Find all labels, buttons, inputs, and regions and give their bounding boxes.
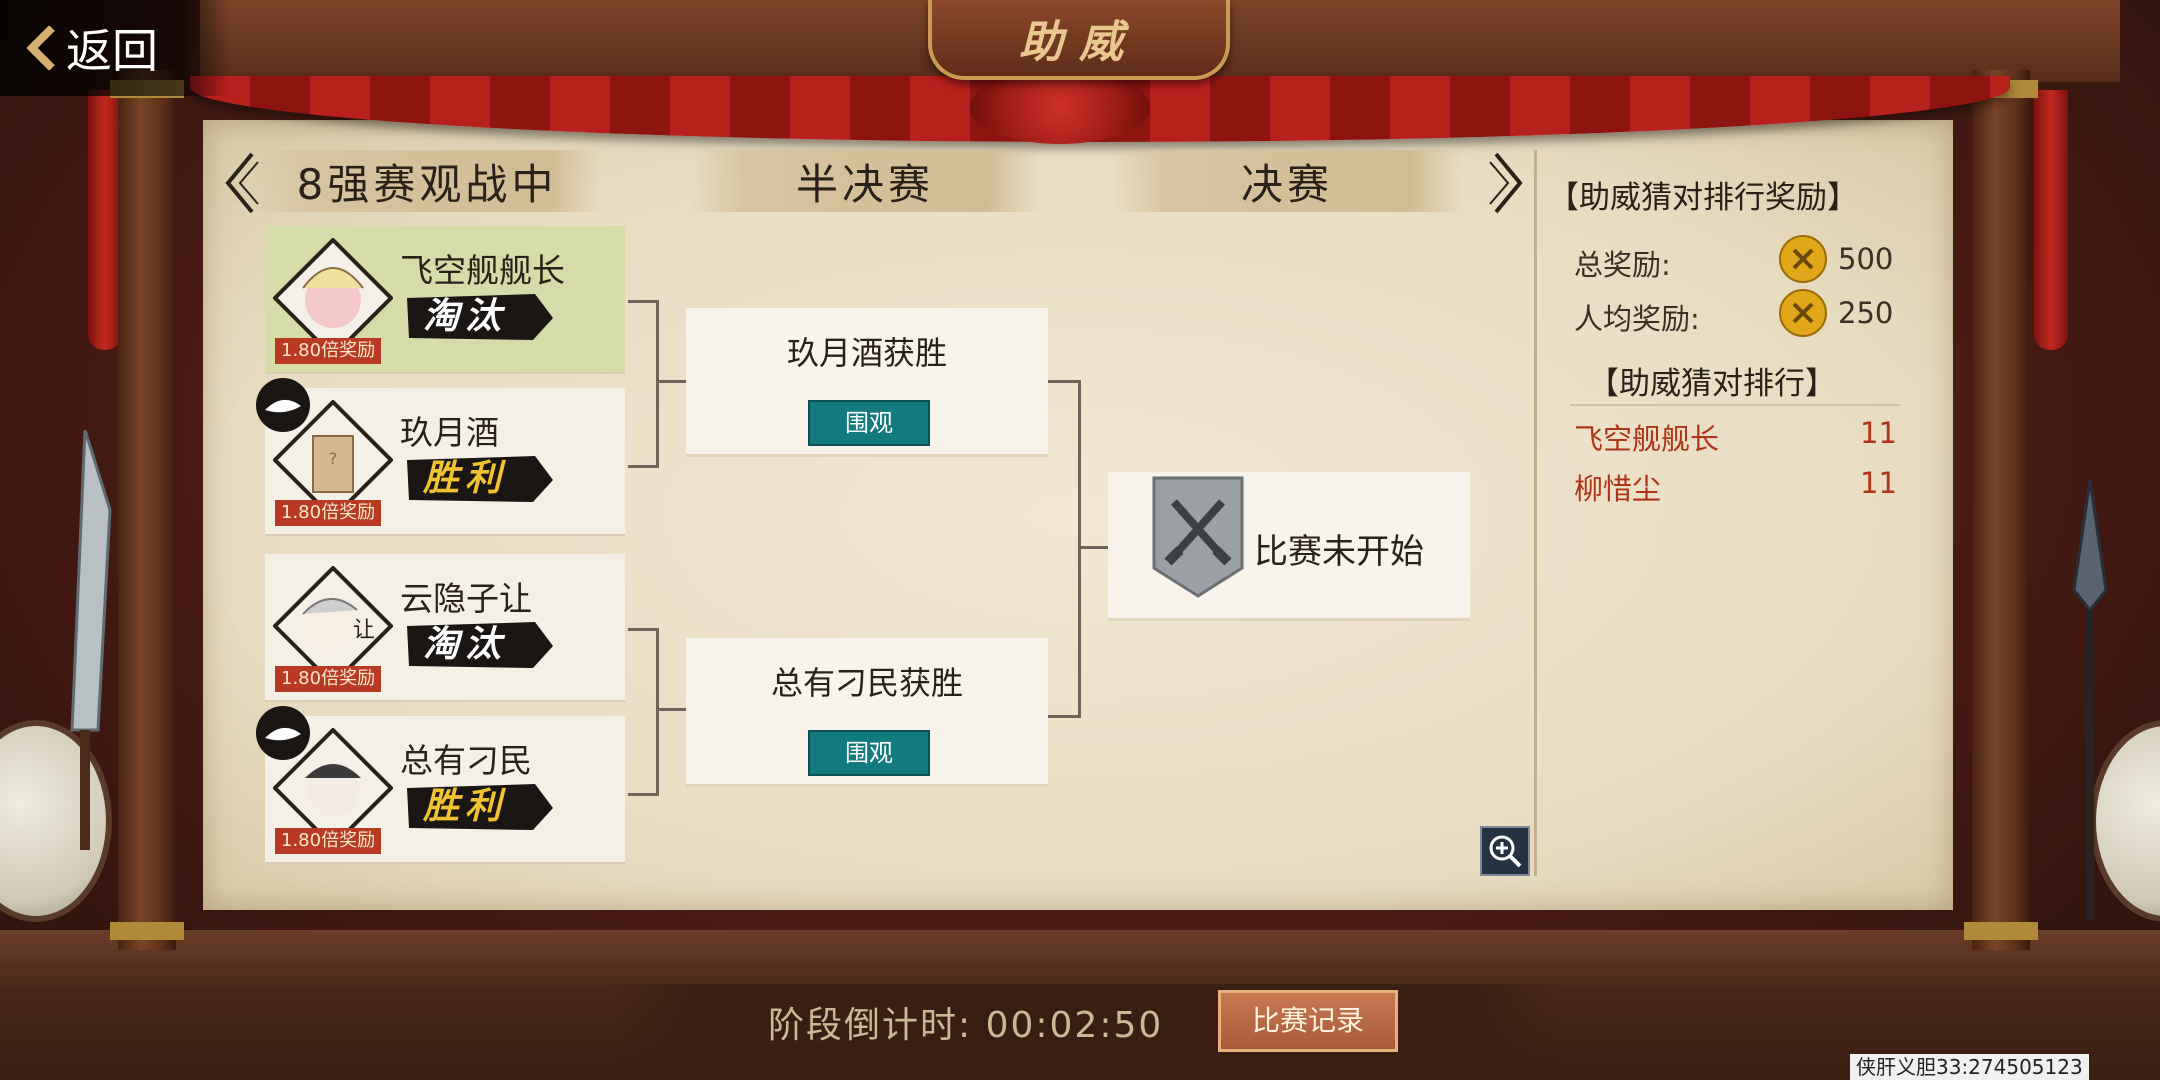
bonus-tag: 1.80倍奖励: [275, 828, 382, 854]
round-label: 半决赛: [795, 159, 934, 209]
bonus-tag: 1.80倍奖励: [275, 666, 382, 692]
pillar-left: [110, 70, 184, 950]
final-status-text: 比赛未开始: [1254, 532, 1424, 572]
pillar-right: [1964, 70, 2038, 950]
player-name: 云隐子让: [400, 579, 532, 618]
bonus-tag: 1.80倍奖励: [275, 500, 382, 526]
result-badge: 淘汰: [405, 290, 555, 344]
match-record-button[interactable]: 比赛记录: [1218, 990, 1398, 1052]
per-person-reward-amount: 250: [1838, 296, 1894, 330]
round-header-quarterfinal: 8强赛观战中: [252, 150, 602, 212]
round-header-final: 决赛: [1112, 150, 1462, 212]
zoom-in-icon[interactable]: [1480, 826, 1530, 876]
glaive-weapon: [70, 430, 112, 850]
bracket-connector: [1078, 546, 1110, 549]
reward-panel-title: 【助威猜对排行奖励】: [1548, 180, 1858, 216]
svg-text:?: ?: [329, 449, 338, 468]
back-label: 返回: [66, 24, 158, 78]
result-text: 淘汰: [422, 624, 507, 665]
bracket-connector: [628, 300, 659, 468]
bonus-tag: 1.80倍奖励: [275, 338, 382, 364]
result-text: 淘汰: [422, 296, 507, 337]
ranking-entry-name: 飞空舰舰长: [1574, 422, 1720, 456]
curtain-rosette: [970, 70, 1150, 144]
avatar-name-mark: 让: [353, 618, 376, 643]
player-card[interactable]: 总有刁民 胜利 1.80倍奖励: [256, 706, 625, 864]
user-id-watermark: 侠肝义胆33:274505123: [1850, 1054, 2089, 1080]
spear-weapon: [2072, 479, 2108, 920]
curtain-left: [88, 90, 122, 350]
result-text: 胜利: [422, 458, 507, 499]
semifinal-match-card: 总有刁民获胜 围观: [686, 638, 1048, 787]
result-badge: 淘汰: [405, 618, 555, 672]
player-card[interactable]: ? 玖月酒 胜利 1.80倍奖励: [256, 378, 625, 536]
bracket-connector: [628, 628, 659, 796]
final-match-card: 比赛未开始: [1108, 472, 1470, 621]
match-result-text: 总有刁民获胜: [770, 664, 963, 702]
player-card[interactable]: 飞空舰舰长 淘汰 1.80倍奖励: [265, 226, 625, 374]
spectator-hat-icon: [256, 378, 310, 432]
round-header-semifinal: 半决赛: [690, 150, 1040, 212]
spectator-hat-icon: [256, 706, 310, 760]
back-button[interactable]: 返回: [0, 0, 230, 96]
bracket-connector: [656, 708, 686, 711]
title-plaque: 助威: [928, 0, 1230, 80]
ranking-divider: [1570, 404, 1900, 406]
bracket-connector: [1048, 380, 1081, 718]
gold-coin-icon: [1779, 289, 1827, 337]
player-name: 总有刁民: [400, 741, 532, 780]
round-label: 决赛: [1240, 159, 1333, 209]
total-reward-label: 总奖励:: [1574, 248, 1671, 282]
ranking-entry-name: 柳惜尘: [1574, 472, 1662, 506]
semifinal-match-card: 玖月酒获胜 围观: [686, 308, 1048, 457]
ranking-entry-score: 11: [1860, 466, 1897, 500]
curtain-right: [2034, 90, 2068, 350]
watch-button[interactable]: 围观: [808, 400, 930, 446]
player-name: 飞空舰舰长: [400, 251, 565, 290]
chevron-left-icon: [26, 26, 55, 70]
result-text: 胜利: [422, 786, 507, 827]
panel-divider: [1534, 150, 1537, 876]
match-result-text: 玖月酒获胜: [786, 334, 947, 372]
next-round-arrow-icon[interactable]: [1486, 150, 1530, 216]
result-badge: 胜利: [405, 780, 555, 834]
result-badge: 胜利: [405, 452, 555, 506]
stage-countdown: 阶段倒计时: 00:02:50: [768, 1005, 1164, 1046]
player-name: 玖月酒: [400, 413, 499, 452]
player-card[interactable]: 云隐子让 让 淘汰 1.80倍奖励: [265, 554, 625, 702]
ranking-entry-score: 11: [1860, 416, 1897, 450]
total-reward-amount: 500: [1838, 242, 1894, 276]
page-title: 助威: [1019, 17, 1139, 68]
bracket-connector: [656, 380, 686, 383]
ranking-title: 【助威猜对排行】: [1588, 366, 1836, 402]
gold-coin-icon: [1779, 235, 1827, 283]
watch-button[interactable]: 围观: [808, 730, 930, 776]
per-person-reward-label: 人均奖励:: [1574, 302, 1700, 336]
round-label: 8强赛观战中: [296, 159, 558, 209]
crossed-swords-shield-icon: [1152, 476, 1244, 598]
